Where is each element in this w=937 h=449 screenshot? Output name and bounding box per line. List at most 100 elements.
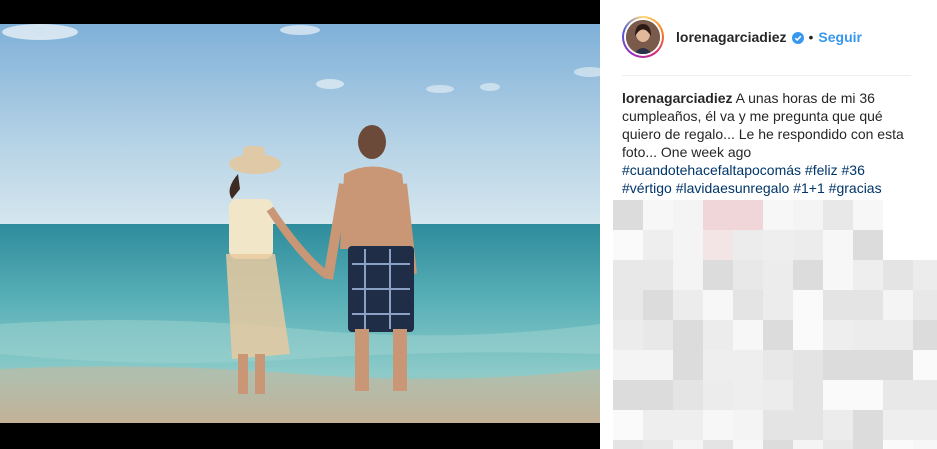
- hashtag-link[interactable]: #1+1: [793, 180, 825, 196]
- blur-cell: [733, 320, 763, 350]
- avatar: [626, 20, 660, 54]
- blur-cell: [913, 290, 937, 320]
- blur-cell: [823, 260, 853, 290]
- blur-cell: [853, 260, 883, 290]
- blur-cell: [703, 260, 733, 290]
- username-link[interactable]: lorenagarciadiez: [676, 29, 787, 45]
- blur-cell: [733, 290, 763, 320]
- blur-cell: [613, 200, 643, 230]
- post-header: lorenagarciadiez • Seguir: [622, 12, 912, 62]
- blur-cell: [913, 230, 937, 260]
- blur-cell: [823, 440, 853, 449]
- blur-cell: [763, 350, 793, 380]
- hashtag-link[interactable]: #feliz: [805, 162, 838, 178]
- blur-cell: [763, 260, 793, 290]
- blur-cell: [793, 410, 823, 440]
- blur-cell: [643, 320, 673, 350]
- blur-cell: [883, 200, 913, 230]
- blur-cell: [853, 230, 883, 260]
- blur-cell: [793, 440, 823, 449]
- blur-cell: [733, 380, 763, 410]
- blur-cell: [733, 440, 763, 449]
- blur-cell: [613, 380, 643, 410]
- blur-cell: [793, 200, 823, 230]
- blur-cell: [643, 260, 673, 290]
- blur-cell: [763, 410, 793, 440]
- blur-cell: [823, 230, 853, 260]
- blur-cell: [763, 320, 793, 350]
- blur-cell: [613, 260, 643, 290]
- hashtag-link[interactable]: #cuandotehacefaltapocomás: [622, 162, 801, 178]
- blur-cell: [913, 440, 937, 449]
- post-sidebar: lorenagarciadiez • Seguir lorenagarciadi…: [600, 0, 937, 449]
- blur-cell: [703, 440, 733, 449]
- post-caption: lorenagarciadiez A unas horas de mi 36 c…: [622, 89, 914, 197]
- blur-cell: [643, 290, 673, 320]
- blur-cell: [613, 410, 643, 440]
- blur-cell: [913, 410, 937, 440]
- blur-cell: [703, 200, 733, 230]
- blur-cell: [613, 290, 643, 320]
- blur-cell: [853, 380, 883, 410]
- blur-cell: [673, 320, 703, 350]
- blur-cell: [673, 230, 703, 260]
- blur-cell: [763, 440, 793, 449]
- blur-cell: [673, 380, 703, 410]
- blur-cell: [853, 440, 883, 449]
- blur-cell: [763, 200, 793, 230]
- blur-cell: [613, 350, 643, 380]
- blur-cell: [643, 200, 673, 230]
- blur-cell: [763, 290, 793, 320]
- blur-cell: [613, 230, 643, 260]
- blur-cell: [703, 290, 733, 320]
- blur-cell: [853, 320, 883, 350]
- blur-cell: [823, 290, 853, 320]
- blur-cell: [823, 380, 853, 410]
- post-media: [0, 0, 600, 449]
- blur-cell: [703, 380, 733, 410]
- blur-cell: [823, 350, 853, 380]
- hashtag-link[interactable]: #lavidaesunregalo: [676, 180, 790, 196]
- pixelated-comments-area: [613, 200, 937, 449]
- blur-cell: [643, 440, 673, 449]
- caption-username[interactable]: lorenagarciadiez: [622, 90, 733, 106]
- blur-cell: [613, 320, 643, 350]
- hashtag-link[interactable]: #vértigo: [622, 180, 672, 196]
- hashtag-link[interactable]: #gracias: [829, 180, 882, 196]
- verified-badge-icon: [791, 31, 804, 44]
- follow-button[interactable]: Seguir: [818, 29, 862, 45]
- avatar-story-ring[interactable]: [622, 16, 664, 58]
- blur-cell: [853, 200, 883, 230]
- post-photo[interactable]: [0, 24, 600, 423]
- blur-cell: [793, 230, 823, 260]
- blur-cell: [913, 380, 937, 410]
- blur-cell: [733, 410, 763, 440]
- blur-cell: [853, 410, 883, 440]
- blur-cell: [823, 200, 853, 230]
- hashtag-link[interactable]: #36: [842, 162, 865, 178]
- blur-cell: [823, 410, 853, 440]
- blur-cell: [793, 290, 823, 320]
- blur-cell: [883, 290, 913, 320]
- blur-cell: [733, 350, 763, 380]
- blur-cell: [673, 440, 703, 449]
- separator-dot: •: [808, 29, 814, 45]
- blur-cell: [703, 350, 733, 380]
- blur-cell: [763, 380, 793, 410]
- blur-cell: [883, 350, 913, 380]
- blur-cell: [883, 230, 913, 260]
- blur-cell: [913, 200, 937, 230]
- blur-cell: [883, 380, 913, 410]
- blur-cell: [913, 260, 937, 290]
- blur-cell: [883, 410, 913, 440]
- blur-cell: [673, 290, 703, 320]
- blur-cell: [673, 200, 703, 230]
- blur-cell: [643, 410, 673, 440]
- blur-cell: [793, 380, 823, 410]
- blur-cell: [853, 350, 883, 380]
- blur-cell: [793, 260, 823, 290]
- blur-cell: [643, 380, 673, 410]
- blur-cell: [703, 410, 733, 440]
- beach-photo: [0, 24, 600, 423]
- blur-cell: [673, 260, 703, 290]
